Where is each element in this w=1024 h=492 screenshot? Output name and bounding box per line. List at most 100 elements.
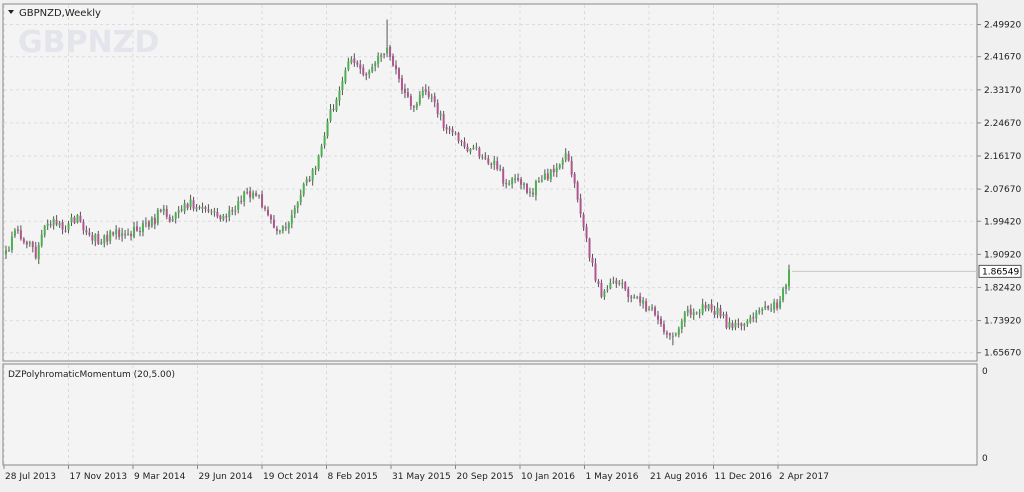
candle-body [255,193,258,196]
candle-body [606,289,609,291]
candle-body [674,333,677,335]
candle-body [195,207,198,210]
candle-body [460,140,463,142]
candle-body [359,64,362,69]
candle-body [457,133,460,142]
candle-body [427,91,430,97]
candle-body [514,178,517,180]
candle-body [671,335,674,337]
candle-body [97,234,100,244]
candle-body [469,148,472,152]
candle-body [570,160,573,175]
candle-body [19,230,22,240]
candle-body [293,208,296,215]
candle-body [418,95,421,104]
candle-body [579,198,582,214]
candle-body [25,241,28,245]
candle [317,154,320,172]
candle-body [374,63,377,67]
candle-body [121,233,124,237]
candle-body [728,322,731,328]
indicator-scale-top: 0 [982,367,988,377]
candle-body [383,53,386,55]
candle-body [365,73,368,76]
candle-body [52,218,55,226]
candle-body [91,235,94,241]
candle-body [258,195,261,197]
candle-body [22,238,25,243]
time-tick-label: 31 May 2015 [392,472,451,482]
candle-body [76,215,79,223]
candle-body [502,168,505,184]
candle [526,182,529,195]
candle-body [523,183,526,186]
candle-body [225,216,228,218]
candle [76,214,79,224]
price-tick-label: 2.16170 [984,152,1021,162]
price-tick-label: 1.73920 [984,317,1021,327]
candle-body [138,231,141,233]
candle-body [612,281,615,283]
candle-body [88,232,91,235]
candle-body [186,203,189,209]
candle-body [621,283,624,285]
candle [576,180,579,203]
candle-body [555,167,558,173]
candle-body [659,318,662,325]
candle-body [543,173,546,180]
candle-body [478,148,481,157]
candle-body [436,102,439,114]
candle-body [371,67,374,72]
price-tick-label: 1.90920 [984,250,1021,260]
candle-body [290,215,293,224]
time-tick-label: 21 Aug 2016 [650,472,708,482]
candle [156,207,159,226]
price-tick-label: 2.33170 [984,86,1021,96]
candle-body [156,210,159,224]
candle-body [356,62,359,65]
candle-body [49,224,52,226]
candle-body [210,211,213,213]
candle-body [752,317,755,319]
candle-body [412,106,415,108]
candle-body [317,155,320,170]
candle-body [683,312,686,323]
candle-body [451,129,454,133]
candle [588,237,591,262]
price-tick-label: 2.49920 [984,21,1021,31]
candle-body [40,234,43,246]
candle-body [668,333,671,336]
candle-body [165,208,168,217]
candle-body [770,308,773,310]
candle-body [415,103,418,108]
candle-body [782,288,785,301]
candle-body [654,307,657,316]
candle-body [785,285,788,290]
candle-body [442,114,445,128]
candle-body [788,269,790,287]
candle-body [335,99,338,111]
time-tick-label: 28 Jul 2013 [5,472,56,482]
candle-body [278,230,281,232]
candle-body [222,215,225,220]
candle-body [740,323,743,327]
candle-body [198,207,201,209]
candle-body [85,230,88,233]
price-tick-label: 2.07670 [984,185,1021,195]
candle-body [64,230,67,232]
candle-body [377,55,380,64]
candle-body [16,229,19,231]
candle-body [433,96,436,103]
candle-body [430,97,433,99]
candle-body [103,235,106,244]
candle-body [109,231,112,242]
candle-body [472,147,475,149]
chart-window[interactable]: GBPNZD GBPNZD,Weekly 2.49920 2.41670 2.331… [0,0,1024,488]
candle-body [561,160,564,165]
candle-body [240,200,243,202]
candle-body [326,121,329,137]
candle-body [219,215,222,219]
candle-body [761,308,764,311]
chart-title: GBPNZD,Weekly [19,8,101,19]
candle-body [704,305,707,309]
